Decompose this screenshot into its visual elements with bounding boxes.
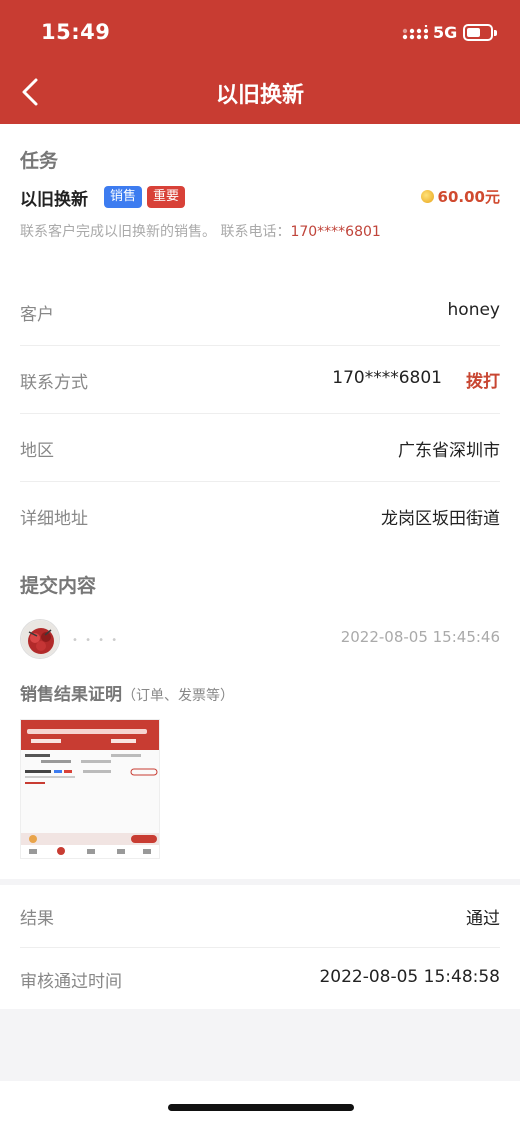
page-spacer <box>0 1009 520 1081</box>
result-value: 通过 <box>466 909 500 929</box>
approved-time-value: 2022-08-05 15:48:58 <box>319 967 500 987</box>
app-header: 15:49 5G 以旧换新 <box>0 0 520 124</box>
contact-value: 170****6801 <box>332 368 442 388</box>
proof-title: 销售结果证明（订单、发票等） <box>20 680 234 705</box>
address-label: 详细地址 <box>20 509 88 529</box>
proof-image-thumbnail[interactable] <box>20 719 160 859</box>
address-row: 详细地址 龙岗区坂田街道 <box>20 482 500 550</box>
username-masked: • • • • <box>72 635 120 646</box>
task-name: 以旧换新 <box>20 190 88 210</box>
tag-sales: 销售 <box>104 186 143 208</box>
home-indicator[interactable] <box>168 1104 354 1111</box>
region-label: 地区 <box>20 441 54 461</box>
customer-info-section: 客户 honey 联系方式 170****6801 拨打 地区 广东省深圳市 详… <box>0 278 520 549</box>
customer-row: 客户 honey <box>20 278 500 346</box>
network-type: 5G <box>433 23 458 42</box>
contact-row: 联系方式 170****6801 拨打 <box>20 346 500 414</box>
tag-important: 重要 <box>147 186 186 208</box>
task-phone[interactable]: 170****6801 <box>290 224 380 240</box>
result-label: 结果 <box>20 909 54 929</box>
reward-amount: 60.00元 <box>420 186 500 207</box>
customer-label: 客户 <box>20 305 54 325</box>
battery-icon <box>463 24 497 41</box>
status-time: 15:49 <box>41 20 111 44</box>
result-row: 结果 通过 <box>20 885 500 948</box>
signal-icon <box>402 25 428 40</box>
bottom-bar <box>0 1081 520 1125</box>
customer-value: honey <box>447 300 500 320</box>
task-description: 联系客户完成以旧换新的销售。 联系电话：170****6801 <box>20 221 381 241</box>
task-section: 任务 以旧换新 销售 重要 60.00元 联系客户完成以旧换新的销售。 联系电话… <box>0 124 520 278</box>
region-value: 广东省深圳市 <box>398 441 500 461</box>
contact-label: 联系方式 <box>20 373 88 393</box>
submission-section: 提交内容 • • • • 2022-08-05 15:45:46 销售结果证明（… <box>0 549 520 879</box>
submission-time: 2022-08-05 15:45:46 <box>340 628 500 646</box>
call-button[interactable]: 拨打 <box>466 367 500 392</box>
page-title: 以旧换新 <box>215 83 304 108</box>
task-description-text: 联系客户完成以旧换新的销售。 联系电话： <box>20 224 291 240</box>
approved-time-label: 审核通过时间 <box>20 972 122 992</box>
approved-time-row: 审核通过时间 2022-08-05 15:48:58 <box>20 948 500 1009</box>
proof-title-text: 销售结果证明 <box>20 685 122 705</box>
nav-bar: 以旧换新 <box>0 62 520 124</box>
task-section-title: 任务 <box>20 150 59 172</box>
coin-icon <box>420 190 434 203</box>
reward-value: 60.00元 <box>437 188 500 206</box>
proof-subtitle: （订单、发票等） <box>122 688 234 704</box>
submission-section-title: 提交内容 <box>20 575 97 597</box>
region-row: 地区 广东省深圳市 <box>20 414 500 482</box>
status-bar: 15:49 5G <box>0 0 520 62</box>
address-value: 龙岗区坂田街道 <box>381 509 500 529</box>
result-section: 结果 通过 审核通过时间 2022-08-05 15:48:58 <box>0 885 520 1009</box>
avatar <box>20 619 60 659</box>
battery-level <box>467 28 480 37</box>
